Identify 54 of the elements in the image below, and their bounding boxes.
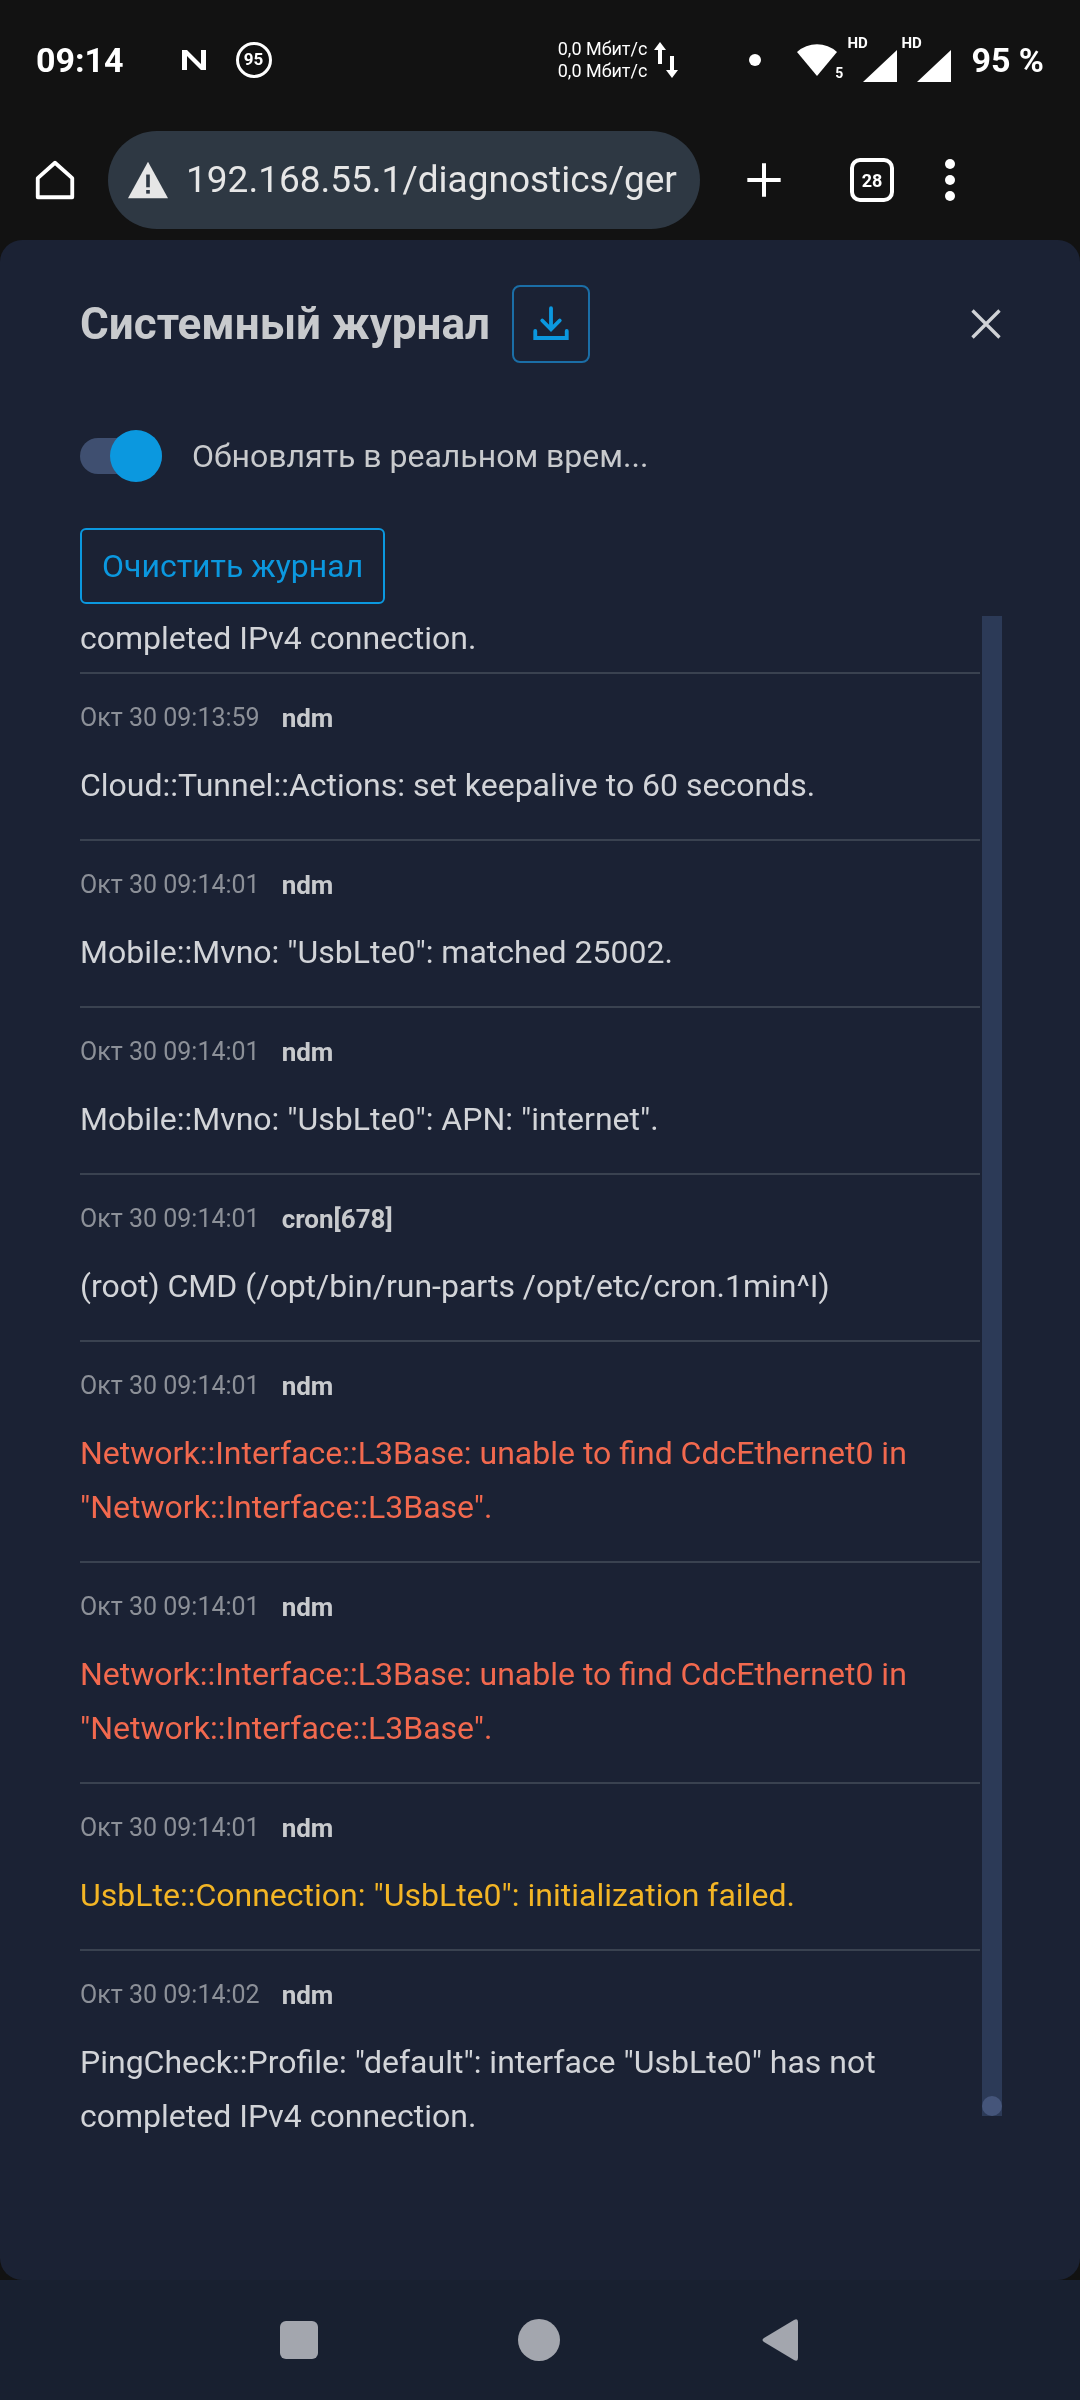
address-bar[interactable]: 192.168.55.1/diagnostics/ger	[108, 131, 700, 229]
wifi-icon	[797, 44, 838, 76]
tab-count[interactable]: 28	[850, 158, 894, 202]
log-timestamp: Окт 30 09:14:01	[80, 869, 260, 901]
log-message: Mobile::Mvno: "UsbLte0": APN: "internet".	[80, 1099, 660, 1140]
wifi-label: 5	[835, 64, 844, 83]
new-tab-icon[interactable]	[744, 160, 784, 200]
live-update-toggle[interactable]	[80, 430, 162, 482]
log-source: ndm	[281, 702, 334, 735]
data-transfer-icon	[653, 40, 680, 80]
clock: 09:14	[36, 38, 124, 82]
log-source: cron[678]	[281, 1203, 393, 1236]
log-message: Network::Interface::L3Base: unable to find CdcEthernet0 in "Network::Interface::L3Base".	[80, 1433, 908, 1528]
sim-label: HD	[901, 33, 922, 54]
dialog-title: Системный журнал	[80, 297, 491, 352]
more-icon[interactable]	[944, 158, 956, 202]
live-update-label: Обновлять в реальном врем...	[192, 436, 649, 477]
battery-level: 95 %	[971, 38, 1044, 82]
log-timestamp: Окт 30 09:14:02	[80, 1979, 260, 2011]
log-timestamp: Окт 30 09:14:01	[80, 1036, 260, 1068]
url-text: 192.168.55.1/diagnostics/ger	[186, 157, 677, 204]
scrollbar-track[interactable]	[982, 616, 1002, 2116]
log-source: ndm	[281, 869, 334, 902]
log-timestamp: Окт 30 09:14:01	[80, 1370, 260, 1402]
log-source: ndm	[281, 1591, 334, 1624]
sim-label: HD	[847, 33, 868, 54]
log-source: ndm	[281, 1979, 334, 2012]
log-source: ndm	[281, 1370, 334, 1403]
log-source: ndm	[281, 1036, 334, 1069]
scrollbar-thumb[interactable]	[982, 2096, 1002, 2116]
download-button[interactable]	[512, 285, 591, 363]
n-logo-icon	[179, 48, 208, 72]
log-source: ndm	[281, 1812, 334, 1845]
upload-speed: 0,0 Мбит/с	[557, 38, 648, 60]
log-message: Network::Interface::L3Base: unable to find CdcEthernet0 in "Network::Interface::L3Base".	[80, 1654, 908, 1749]
log-timestamp: Окт 30 09:14:01	[80, 1591, 260, 1623]
home-button[interactable]	[518, 2319, 560, 2361]
signal-icon	[917, 50, 952, 82]
log-message: (root) CMD (/opt/bin/run-parts /opt/etc/cron.1min^I)	[80, 1266, 831, 1307]
log-timestamp: Окт 30 09:13:59	[80, 702, 260, 734]
log-message: PingCheck::Profile: "default": interface "UsbLte0" has not completed IPv4 connection.	[80, 2042, 877, 2137]
log-message: Cloud::Tunnel::Actions: set keepalive to 60 seconds.	[80, 765, 817, 806]
clear-log-button[interactable]: Очистить журнал	[80, 528, 386, 604]
back-icon[interactable]	[760, 2318, 800, 2362]
notification-badge: 95	[235, 42, 272, 78]
log-timestamp: Окт 30 09:14:01	[80, 1203, 260, 1235]
log-message: UsbLte::Connection: "UsbLte0": initialization failed.	[80, 1875, 796, 1916]
log-message: completed IPv4 connection.	[80, 618, 477, 659]
signal-icon	[863, 50, 898, 82]
download-speed: 0,0 Мбит/с	[557, 60, 648, 82]
warning-icon	[126, 160, 170, 200]
recents-button[interactable]	[280, 2321, 318, 2359]
log-message: Mobile::Mvno: "UsbLte0": matched 25002.	[80, 932, 674, 973]
log-timestamp: Окт 30 09:14:01	[80, 1812, 260, 1844]
